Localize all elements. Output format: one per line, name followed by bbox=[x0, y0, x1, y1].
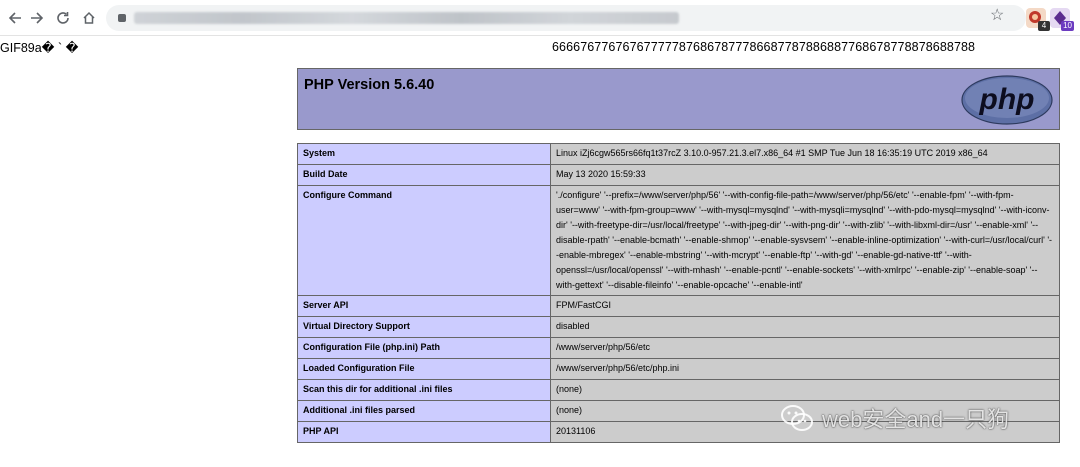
row-label: Build Date bbox=[297, 164, 551, 186]
php-logo-icon[interactable]: php bbox=[961, 75, 1053, 125]
browser-toolbar: ☆ 4 10 bbox=[0, 0, 1080, 36]
row-label: Virtual Directory Support bbox=[297, 316, 551, 338]
table-row: Loaded Configuration File /www/server/ph… bbox=[297, 358, 1060, 380]
row-value: disabled bbox=[550, 316, 1060, 338]
table-row: Build Date May 13 2020 15:59:33 bbox=[297, 164, 1060, 186]
row-label: Configure Command bbox=[297, 185, 551, 296]
row-value: Linux iZj6cgw565rs66fq1t37rcZ 3.10.0-957… bbox=[550, 143, 1060, 165]
home-icon[interactable] bbox=[78, 7, 100, 29]
row-label: Configuration File (php.ini) Path bbox=[297, 337, 551, 359]
row-value: /www/server/php/56/etc/php.ini bbox=[550, 358, 1060, 380]
gif-header-text: GIF89a� ` � bbox=[0, 41, 79, 55]
row-value: May 13 2020 15:59:33 bbox=[550, 164, 1060, 186]
table-row: Configure Command './configure' '--prefi… bbox=[297, 185, 1060, 296]
row-label: Scan this dir for additional .ini files bbox=[297, 379, 551, 401]
star-icon[interactable]: ☆ bbox=[990, 8, 1004, 24]
lock-icon[interactable] bbox=[118, 14, 126, 22]
reload-icon[interactable] bbox=[52, 7, 74, 29]
table-row: System Linux iZj6cgw565rs66fq1t37rcZ 3.1… bbox=[297, 143, 1060, 165]
row-label: Loaded Configuration File bbox=[297, 358, 551, 380]
table-row: Virtual Directory Support disabled bbox=[297, 316, 1060, 338]
address-bar[interactable] bbox=[106, 5, 1026, 31]
extension-1-badge: 4 bbox=[1038, 21, 1050, 31]
php-version-title: PHP Version 5.6.40 bbox=[304, 77, 435, 93]
row-value: /www/server/php/56/etc bbox=[550, 337, 1060, 359]
row-label: PHP API bbox=[297, 421, 551, 443]
watermark: web安全and一只狗 bbox=[780, 398, 1009, 438]
row-label: System bbox=[297, 143, 551, 165]
blurred-url bbox=[134, 12, 679, 24]
table-row: Configuration File (php.ini) Path /www/s… bbox=[297, 337, 1060, 359]
row-value: FPM/FastCGI bbox=[550, 295, 1060, 317]
wechat-icon bbox=[781, 405, 813, 431]
extension-1-icon[interactable]: 4 bbox=[1026, 8, 1050, 31]
row-label: Additional .ini files parsed bbox=[297, 400, 551, 422]
extension-2-badge: 10 bbox=[1061, 21, 1074, 31]
extension-2-icon[interactable]: 10 bbox=[1050, 8, 1074, 31]
row-label: Server API bbox=[297, 295, 551, 317]
table-row: Server API FPM/FastCGI bbox=[297, 295, 1060, 317]
phpinfo-header: PHP Version 5.6.40 php bbox=[297, 68, 1060, 130]
watermark-text: web安全and一只狗 bbox=[822, 407, 1010, 432]
php-logo-text: php bbox=[979, 83, 1035, 116]
row-value: './configure' '--prefix=/www/server/php/… bbox=[550, 185, 1060, 296]
digit-string: 6666767767676777778768678777866877878868… bbox=[552, 40, 976, 54]
back-arrow-icon[interactable] bbox=[4, 7, 26, 29]
forward-arrow-icon[interactable] bbox=[26, 7, 48, 29]
